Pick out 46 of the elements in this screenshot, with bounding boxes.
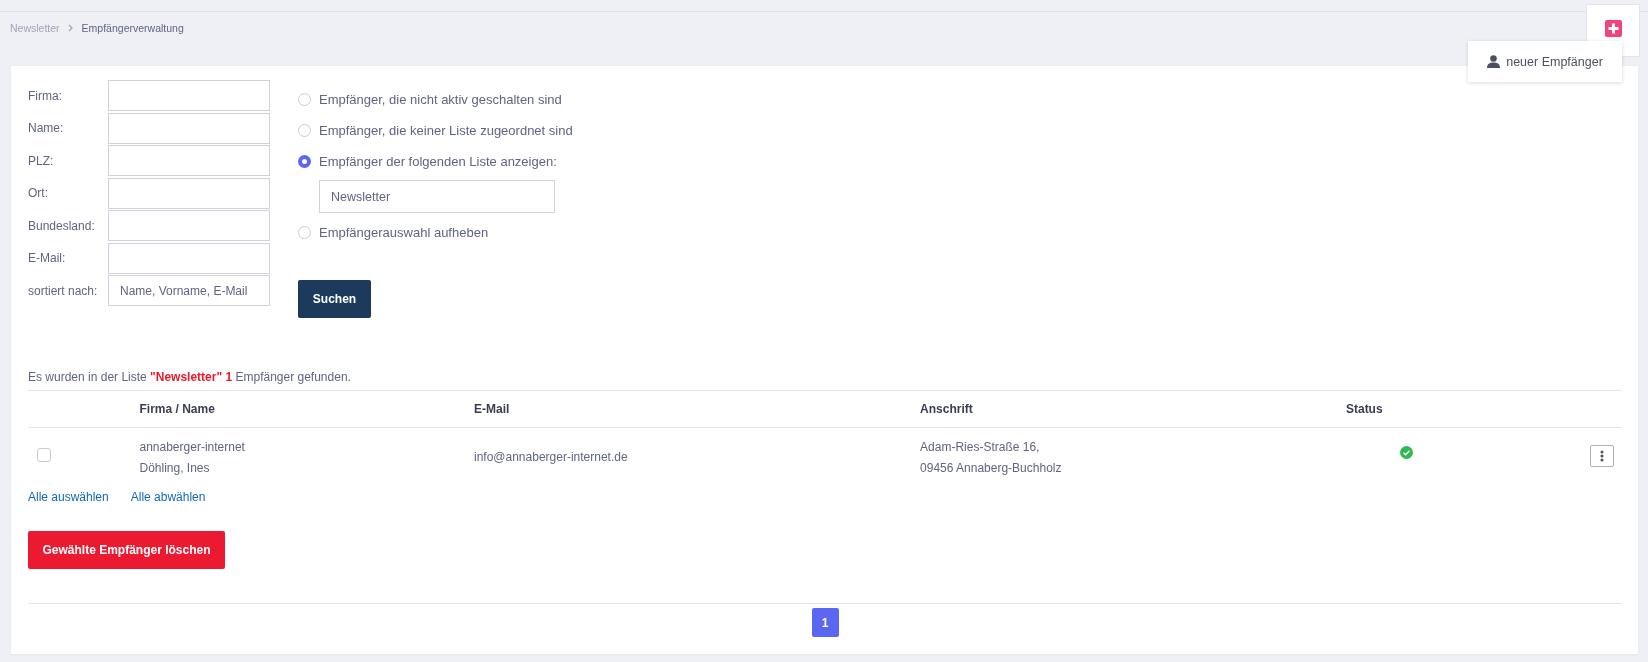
filter-input[interactable] <box>108 80 270 111</box>
field-label: sortiert nach: <box>28 283 99 298</box>
radio-button[interactable] <box>298 226 311 239</box>
filter-input[interactable]: Name, Vorname, E-Mail <box>108 275 270 306</box>
radio-label: Empfänger, die nicht aktiv geschalten sind <box>319 92 562 107</box>
radio-button[interactable] <box>298 124 311 137</box>
field-label: E-Mail: <box>28 251 67 265</box>
radio-label: Empfängerauswahl aufheben <box>319 225 489 240</box>
column-header: Status <box>1345 402 1383 416</box>
field-label: Ort: <box>28 186 49 200</box>
filter-input[interactable] <box>108 242 270 274</box>
column-header: E-Mail <box>474 402 510 416</box>
radio-button[interactable] <box>298 155 311 168</box>
new-recipient-menu-item[interactable]: neuer Empfänger <box>1468 41 1622 82</box>
radio-button[interactable] <box>298 93 311 106</box>
page-button[interactable]: 1 <box>811 608 839 637</box>
plus-icon <box>1604 19 1622 37</box>
name-text: Döhling, Ines <box>139 460 211 477</box>
more-icon <box>1600 450 1604 462</box>
radio-label: Empfänger der folgenden Liste anzeigen: <box>319 154 557 169</box>
company-text: annaberger-internet <box>139 439 246 456</box>
list-field[interactable]: Newsletter <box>319 180 555 213</box>
radio-label: Empfänger, die keiner Liste zugeordnet sind <box>319 123 573 138</box>
search-button[interactable]: Suchen <box>298 280 371 318</box>
email-text: info@annaberger-internet.de <box>474 450 628 464</box>
deselect-all-link[interactable]: Alle abwählen <box>130 490 206 504</box>
delete-selected-button[interactable]: Gewählte Empfänger löschen <box>28 531 225 569</box>
person-icon <box>1487 55 1501 68</box>
filter-input[interactable] <box>108 177 270 209</box>
select-all-link[interactable]: Alle auswählen <box>28 490 109 504</box>
column-header: Firma / Name <box>139 402 215 416</box>
address-line: 09456 Annaberg-Buchholz <box>920 460 1063 477</box>
row-menu-button[interactable] <box>1590 445 1614 467</box>
filter-input[interactable] <box>108 112 270 144</box>
row-checkbox[interactable] <box>37 448 51 462</box>
address-line: Adam-Ries-Straße 16, <box>920 439 1041 456</box>
field-label: Name: <box>28 121 65 135</box>
column-header: Anschrift <box>920 402 973 416</box>
field-label: Bundesland: <box>28 218 96 233</box>
breadcrumb-current: Empfängerverwaltung <box>81 22 184 34</box>
result-text: Es wurden in der Liste "Newsletter" 1 Empfänger gefunden. <box>28 370 352 385</box>
filter-input[interactable] <box>108 145 270 176</box>
field-label: PLZ: <box>28 153 55 168</box>
filter-input[interactable] <box>108 210 270 241</box>
field-label: Firma: <box>28 88 63 103</box>
chevron-icon <box>67 24 74 32</box>
